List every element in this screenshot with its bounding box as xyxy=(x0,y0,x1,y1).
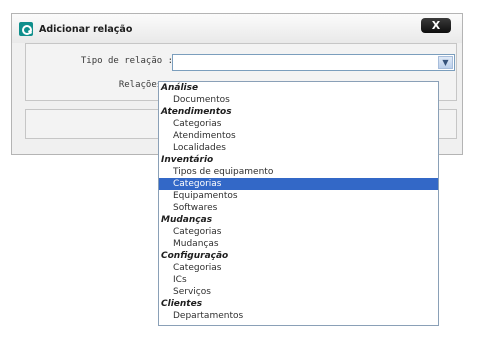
option-tipos-de-equipamento[interactable]: Tipos de equipamento xyxy=(159,166,438,178)
optgroup-atendimentos: Atendimentos xyxy=(161,107,232,117)
relation-type-select[interactable]: ▼ xyxy=(172,54,455,71)
relations-label: Relações : xyxy=(118,80,173,90)
option-servicos[interactable]: Serviços xyxy=(159,286,438,298)
option-inventario-categorias-selected[interactable]: Categorias xyxy=(159,178,438,190)
dialog-titlebar: Adicionar relação X xyxy=(12,14,462,43)
close-button[interactable]: X xyxy=(421,18,451,33)
option-atendimentos[interactable]: Atendimentos xyxy=(159,130,438,142)
optgroup-clientes: Clientes xyxy=(161,299,203,309)
dialog-title: Adicionar relação xyxy=(39,24,133,35)
option-documentos[interactable]: Documentos xyxy=(159,94,438,106)
chevron-down-icon[interactable]: ▼ xyxy=(438,56,453,69)
relation-type-dropdown-list[interactable]: Análise Documentos Atendimentos Categori… xyxy=(158,81,439,326)
optgroup-configuracao: Configuração xyxy=(161,251,229,261)
option-ics[interactable]: ICs xyxy=(159,274,438,286)
option-mudancas[interactable]: Mudanças xyxy=(159,238,438,250)
option-localidades[interactable]: Localidades xyxy=(159,142,438,154)
option-departamentos[interactable]: Departamentos xyxy=(159,310,438,322)
option-atendimentos-categorias[interactable]: Categorias xyxy=(159,118,438,130)
optgroup-analise: Análise xyxy=(161,83,199,93)
relation-type-label: Tipo de relação : xyxy=(80,56,173,66)
option-softwares[interactable]: Softwares xyxy=(159,202,438,214)
option-equipamentos[interactable]: Equipamentos xyxy=(159,190,438,202)
app-logo-icon xyxy=(19,22,33,36)
optgroup-mudancas: Mudanças xyxy=(161,215,213,225)
optgroup-inventario: Inventário xyxy=(161,155,214,165)
option-configuracao-categorias[interactable]: Categorias xyxy=(159,262,438,274)
option-mudancas-categorias[interactable]: Categorias xyxy=(159,226,438,238)
